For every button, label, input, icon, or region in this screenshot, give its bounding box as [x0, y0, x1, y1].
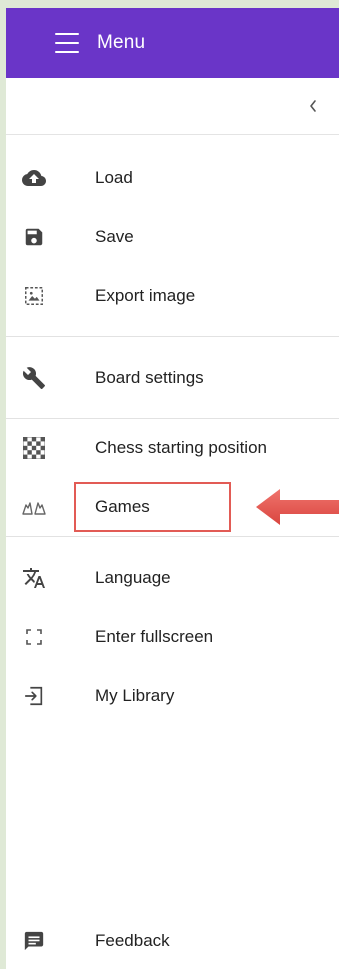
menu-item-save[interactable]: Save — [6, 213, 339, 261]
menu-divider — [6, 336, 339, 337]
red-arrow-left-icon — [256, 489, 339, 525]
menu-item-export-image[interactable]: Export image — [6, 272, 339, 320]
checkerboard-icon — [22, 436, 46, 460]
menu-item-load[interactable]: Load — [6, 154, 339, 202]
hamburger-menu-icon[interactable] — [55, 33, 79, 53]
chevron-left-icon[interactable] — [301, 94, 325, 118]
menu-item-label: Language — [95, 568, 171, 587]
menu-item-label: Enter fullscreen — [95, 627, 214, 646]
menu-item-language[interactable]: Language — [6, 554, 339, 602]
cloud-upload-icon — [22, 166, 46, 190]
menu-item-label: Load — [95, 168, 133, 187]
menu-item-enter-fullscreen[interactable]: Enter fullscreen — [6, 613, 339, 661]
image-export-icon — [22, 284, 46, 308]
feedback-icon — [22, 929, 46, 953]
menu-header: Menu — [6, 8, 339, 78]
menu-divider — [6, 418, 339, 419]
games-highlight-box — [74, 482, 231, 532]
menu-item-my-library[interactable]: My Library — [6, 672, 339, 720]
translate-icon — [22, 566, 46, 590]
chess-pieces-icon — [22, 495, 46, 519]
menu-item-feedback[interactable]: Feedback — [6, 917, 339, 965]
feedback-label: Feedback — [95, 931, 170, 950]
menu-item-label: Export image — [95, 286, 196, 305]
floppy-disk-icon — [22, 225, 46, 249]
menu-divider — [6, 536, 339, 537]
menu-item-label: Chess starting position — [95, 438, 267, 457]
menu-item-label: My Library — [95, 686, 175, 705]
fullscreen-icon — [22, 625, 46, 649]
menu-item-label: Board settings — [95, 368, 204, 387]
wrench-icon — [22, 366, 46, 390]
menu-item-chess-starting-position[interactable]: Chess starting position — [6, 424, 339, 472]
library-login-icon — [22, 684, 46, 708]
menu-item-label: Save — [95, 227, 134, 246]
menu-title: Menu — [97, 32, 146, 53]
collapse-row — [6, 78, 339, 135]
menu-item-board-settings[interactable]: Board settings — [6, 354, 339, 402]
navigation-drawer: Menu Load Save Export image Board settin… — [6, 8, 339, 969]
